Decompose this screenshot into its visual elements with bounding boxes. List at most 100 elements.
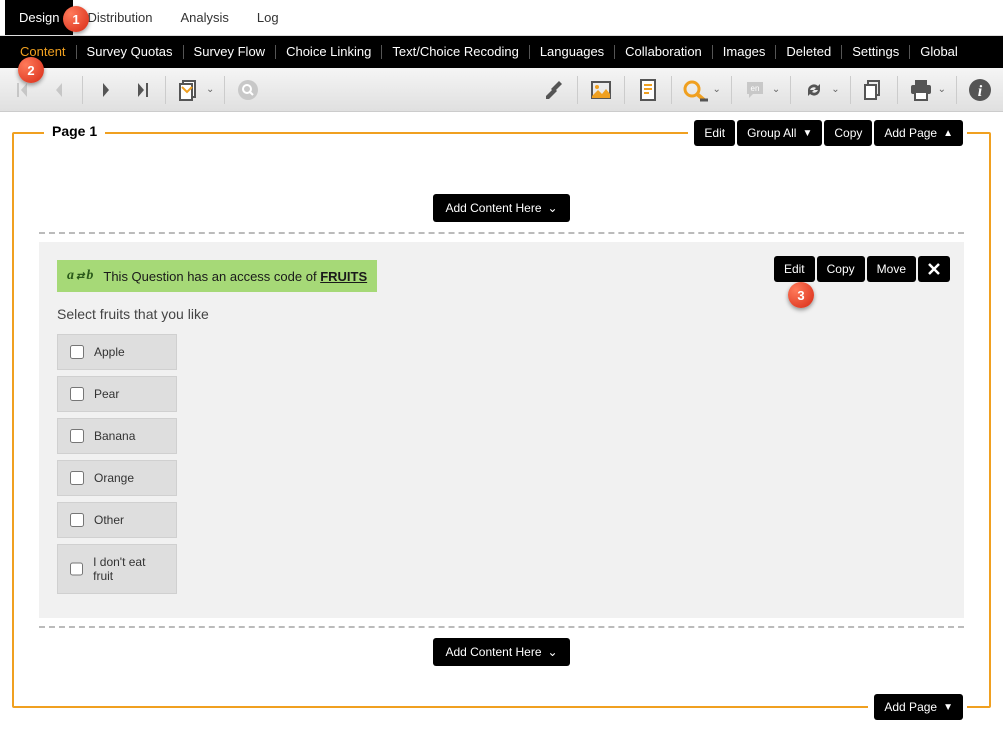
question-copy-button[interactable]: Copy [817,256,865,282]
sub-nav-languages[interactable]: Languages [530,45,615,59]
choice-label: Orange [94,471,134,485]
translate-button[interactable]: en [738,73,772,107]
sub-nav-collaboration[interactable]: Collaboration [615,45,713,59]
page-add-page-bottom-button[interactable]: Add Page ▼ [874,694,963,720]
info-button[interactable]: i [963,73,997,107]
info-icon: i [968,78,992,102]
sub-nav-text-choice-recoding[interactable]: Text/Choice Recoding [382,45,529,59]
choice-checkbox[interactable] [70,562,83,576]
choice-item[interactable]: Orange [57,460,177,496]
choice-label: Banana [94,429,135,443]
page-actions: Edit Group All ▼ Copy Add Page ▲ [688,120,967,146]
main-nav-analysis[interactable]: Analysis [167,0,243,35]
sub-nav-images[interactable]: Images [713,45,777,59]
access-code-banner: a⇄b This Question has an access code of … [57,260,377,292]
nav-last-icon [132,80,152,100]
choice-list: Apple Pear Banana Orange Other [57,334,946,594]
search-button[interactable] [231,73,265,107]
sub-nav-deleted[interactable]: Deleted [776,45,842,59]
print-icon [908,78,934,102]
choice-item[interactable]: Banana [57,418,177,454]
main-nav: Design Distribution Analysis Log 1 [0,0,1003,36]
chevron-down-icon: ⌄ [548,201,558,215]
question-actions: Edit Copy Move [774,256,950,282]
design-tools-icon [542,78,566,102]
choice-label: Apple [94,345,125,359]
nav-last-button[interactable] [125,73,159,107]
choice-checkbox[interactable] [70,471,84,485]
sync-button[interactable] [797,73,831,107]
pages-button[interactable] [172,73,206,107]
choice-checkbox[interactable] [70,345,84,359]
sync-dropdown-icon[interactable]: ⌄ [831,84,839,95]
sub-nav-choice-linking[interactable]: Choice Linking [276,45,382,59]
add-content-bottom-label: Add Content Here [445,645,541,659]
pages-icon [177,78,201,102]
question-delete-button[interactable] [918,256,950,282]
choice-item[interactable]: I don't eat fruit [57,544,177,594]
dashed-divider [39,232,964,234]
pages-dropdown-icon[interactable]: ⌄ [206,84,214,95]
access-code-prefix: This Question has an access code of [103,269,320,284]
nav-next-button[interactable] [89,73,123,107]
choice-checkbox[interactable] [70,387,84,401]
preview-dropdown-icon[interactable]: ⌄ [712,84,720,95]
dashed-divider [39,626,964,628]
choice-checkbox[interactable] [70,429,84,443]
svg-text:i: i [978,83,983,100]
main-nav-log[interactable]: Log [243,0,293,35]
page-title: Page 1 [44,123,105,139]
arrow-down-icon: ▼ [943,702,953,713]
annotation-bubble-2: 2 [18,57,44,83]
chevron-right-icon [96,80,116,100]
sub-nav-content[interactable]: Content [10,45,77,59]
print-dropdown-icon[interactable]: ⌄ [938,84,946,95]
access-code-value[interactable]: FRUITS [320,269,367,284]
add-content-top-label: Add Content Here [445,201,541,215]
search-icon [237,79,259,101]
question-block: Edit Copy Move 3 a⇄b This Question has a… [39,242,964,618]
close-icon [928,263,940,275]
question-edit-button[interactable]: Edit [774,256,815,282]
choice-label: I don't eat fruit [93,555,164,583]
page-add-page-label: Add Page [884,126,937,140]
design-tools-button[interactable] [537,73,571,107]
question-move-button[interactable]: Move [867,256,916,282]
sub-nav-survey-flow[interactable]: Survey Flow [184,45,277,59]
choice-item[interactable]: Other [57,502,177,538]
page-group-all-button[interactable]: Group All ▼ [737,120,822,146]
image-button[interactable] [584,73,618,107]
question-title: Select fruits that you like [57,306,946,322]
sub-nav-global[interactable]: Global [910,45,968,59]
preview-icon [681,78,709,102]
arrow-up-icon: ▲ [943,128,953,139]
translate-dropdown-icon[interactable]: ⌄ [772,84,780,95]
toolbar: 2 ⌄ [0,68,1003,112]
nav-prev-button[interactable] [42,73,76,107]
page-group-all-label: Group All [747,126,796,140]
choice-checkbox[interactable] [70,513,84,527]
page-canvas: Page 1 Edit Group All ▼ Copy Add Page ▲ … [0,112,1003,738]
image-icon [589,78,613,102]
page-add-page-bottom-label: Add Page [884,700,937,714]
document-button[interactable] [631,73,665,107]
page-box: Page 1 Edit Group All ▼ Copy Add Page ▲ … [12,132,991,708]
add-content-bottom-button[interactable]: Add Content Here ⌄ [433,638,569,666]
copy-button[interactable] [857,73,891,107]
page-edit-button[interactable]: Edit [694,120,735,146]
print-button[interactable] [904,73,938,107]
sub-nav-settings[interactable]: Settings [842,45,910,59]
page-copy-button[interactable]: Copy [824,120,872,146]
preview-button[interactable] [678,73,712,107]
document-icon [637,78,659,102]
choice-item[interactable]: Apple [57,334,177,370]
copy-icon [862,78,886,102]
sync-icon [802,78,826,102]
page-add-page-button[interactable]: Add Page ▲ [874,120,963,146]
add-content-top-button[interactable]: Add Content Here ⌄ [433,194,569,222]
access-code-icon: a⇄b [67,268,93,284]
choice-item[interactable]: Pear [57,376,177,412]
sub-nav-survey-quotas[interactable]: Survey Quotas [77,45,184,59]
sub-nav: Content Survey Quotas Survey Flow Choice… [0,36,1003,68]
chevron-down-icon: ⌄ [548,645,558,659]
